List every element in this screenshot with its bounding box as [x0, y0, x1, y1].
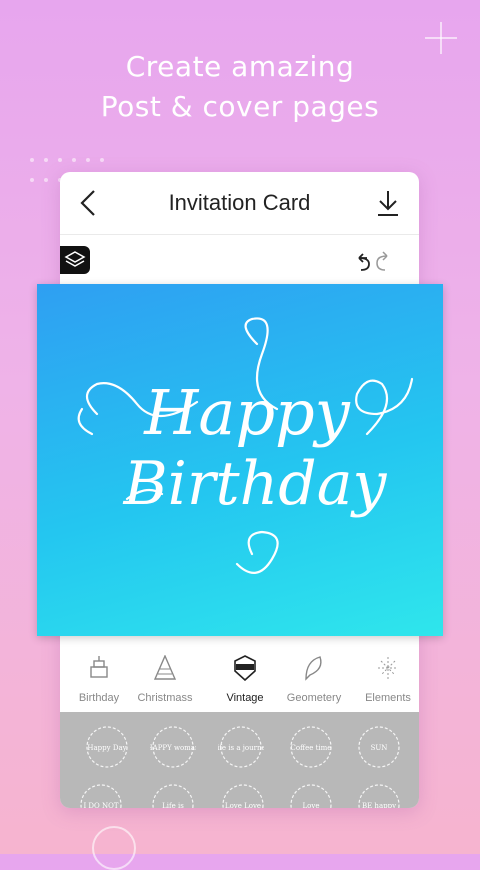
cake-icon — [87, 655, 111, 681]
download-icon[interactable] — [375, 188, 401, 218]
tab-geometery[interactable]: Geometery — [278, 647, 350, 711]
sticker-item[interactable]: SUN — [356, 724, 402, 770]
tab-elements[interactable]: Elements — [352, 647, 419, 711]
sparkle-icon — [376, 655, 400, 681]
sticker-text: Happy Day — [87, 744, 126, 752]
card-happy-text: Happy — [143, 376, 350, 449]
sticker-text: Life is — [162, 802, 184, 808]
tab-christmass-label: Christmass — [137, 692, 193, 704]
sticker-text: SUN — [371, 744, 388, 752]
sticker-text: HAPPY woman — [150, 744, 196, 752]
sticker-item[interactable]: HAPPY woman — [147, 724, 200, 770]
category-tabs: Birthday Christmass Vintage Geometery El… — [60, 647, 419, 711]
feather-icon — [302, 655, 326, 681]
tab-birthday[interactable]: Birthday — [63, 647, 135, 711]
sticker-text: BE happy — [362, 802, 396, 808]
ring-decoration — [92, 826, 136, 870]
headline-line1: Create amazing — [125, 50, 355, 83]
layers-icon[interactable] — [60, 246, 90, 274]
sticker-text: Love Love — [225, 802, 261, 808]
editor-title: Invitation Card — [168, 190, 311, 215]
sticker-item[interactable]: Love Love — [220, 782, 266, 808]
sticker-item[interactable]: I DO NOT — [78, 782, 124, 808]
tab-vintage[interactable]: Vintage — [209, 647, 281, 711]
sticker-item[interactable]: Life is a journey — [212, 724, 270, 770]
invitation-card-canvas[interactable]: Happy Birthday — [37, 284, 443, 636]
sticker-item[interactable]: Love — [288, 782, 334, 808]
tab-christmass[interactable]: Christmass — [129, 647, 201, 711]
sticker-item[interactable]: BE happy — [356, 782, 402, 808]
undo-icon — [358, 253, 370, 271]
badge-icon — [233, 655, 257, 682]
sticker-item[interactable]: Coffee time — [288, 724, 334, 770]
tab-vintage-label: Vintage — [226, 692, 264, 704]
sticker-item[interactable]: Life is — [150, 782, 196, 808]
editor-topbar: Invitation Card — [60, 172, 419, 235]
sticker-grid: Happy Day HAPPY woman Life is a journey Cof… — [60, 712, 419, 808]
undo-redo-controls — [353, 250, 393, 280]
sticker-text: Love — [303, 802, 320, 808]
sticker-item[interactable]: Happy Day — [84, 724, 130, 770]
redo-icon — [376, 251, 388, 271]
tab-geometery-label: Geometery — [286, 692, 342, 704]
card-birthday-text: Birthday — [123, 449, 388, 519]
tree-icon — [153, 654, 177, 681]
tab-birthday-label: Birthday — [78, 692, 120, 704]
headline-line2: Post & cover pages — [100, 90, 380, 123]
sticker-text: Life is a journey — [218, 744, 264, 752]
tab-elements-label: Elements — [365, 692, 411, 704]
sticker-text: I DO NOT — [83, 802, 118, 808]
sticker-text: Coffee time — [291, 744, 332, 752]
